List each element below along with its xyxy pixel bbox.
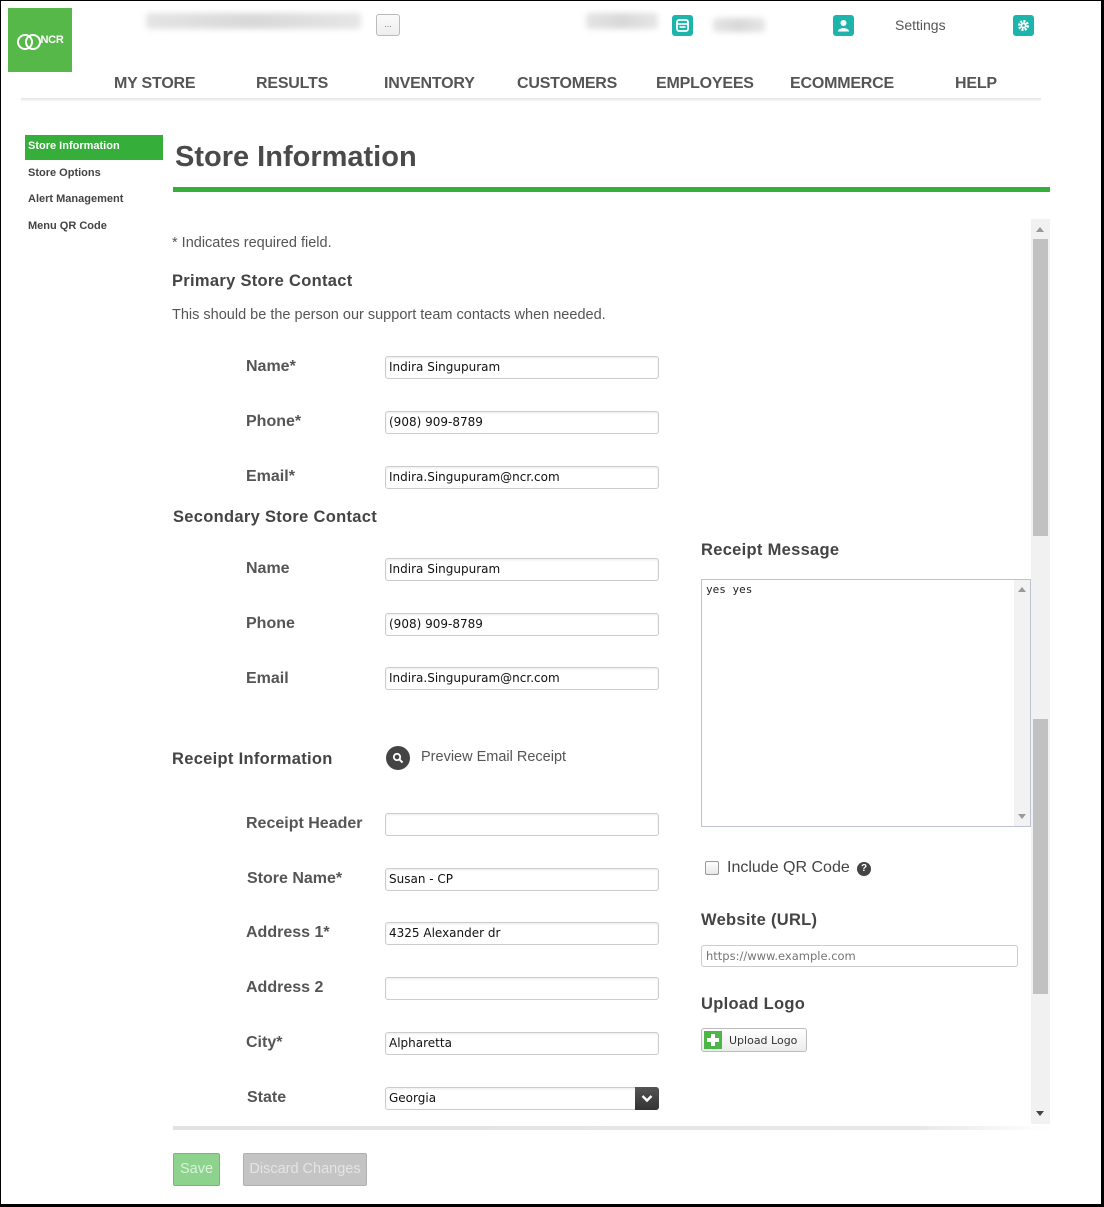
more-options-button[interactable]: ... xyxy=(376,14,400,36)
primary-contact-description: This should be the person our support te… xyxy=(172,307,606,323)
upload-logo-button[interactable]: Upload Logo xyxy=(701,1028,807,1052)
city-input[interactable]: Alpharetta xyxy=(385,1032,659,1055)
address2-label: Address 2 xyxy=(246,979,324,996)
primary-email-input[interactable]: Indira.Singupuram@ncr.com xyxy=(385,466,659,489)
receipt-header-label: Receipt Header xyxy=(246,815,363,832)
primary-name-input[interactable]: Indira Singupuram xyxy=(385,356,659,379)
primary-email-label: Email* xyxy=(246,468,295,485)
include-qr-code-checkbox[interactable] xyxy=(705,861,719,875)
website-url-input[interactable] xyxy=(701,945,1018,967)
chevron-down-icon[interactable] xyxy=(635,1087,659,1110)
upload-logo-button-label: Upload Logo xyxy=(729,1034,798,1047)
ncr-logo-icon xyxy=(16,33,41,50)
address1-input[interactable]: 4325 Alexander dr xyxy=(385,922,659,945)
nav-ecommerce[interactable]: ECOMMERCE xyxy=(790,75,894,93)
secondary-name-label: Name xyxy=(246,560,290,577)
secondary-email-input[interactable]: Indira.Singupuram@ncr.com xyxy=(385,667,659,690)
include-qr-code-label: Include QR Code xyxy=(727,859,850,876)
nav-results[interactable]: RESULTS xyxy=(256,75,328,93)
logo-text: NCR xyxy=(40,34,64,46)
page-title: Store Information xyxy=(175,141,417,173)
sidebar-item-menu-qr-code[interactable]: Menu QR Code xyxy=(25,215,163,240)
upload-logo-heading: Upload Logo xyxy=(701,995,806,1013)
user-store-redacted xyxy=(586,13,658,29)
page-scroll-down-icon[interactable] xyxy=(1036,1111,1044,1116)
nav-help[interactable]: HELP xyxy=(955,75,997,93)
nav-employees[interactable]: EMPLOYEES xyxy=(656,75,754,93)
receipt-message-scrollbar[interactable] xyxy=(1014,580,1030,826)
sidebar-item-store-options[interactable]: Store Options xyxy=(25,162,163,187)
address2-input[interactable] xyxy=(385,977,659,1000)
plus-icon xyxy=(704,1031,722,1049)
state-select[interactable]: Georgia xyxy=(385,1087,659,1110)
required-note: * Indicates required field. xyxy=(172,235,332,251)
scroll-up-icon[interactable] xyxy=(1018,587,1026,592)
secondary-email-label: Email xyxy=(246,670,289,687)
page-scrollbar-thumb[interactable] xyxy=(1033,239,1048,536)
secondary-contact-heading: Secondary Store Contact xyxy=(173,508,378,526)
receipt-message-heading: Receipt Message xyxy=(701,541,840,559)
help-icon[interactable]: ? xyxy=(857,862,871,876)
secondary-phone-label: Phone xyxy=(246,615,295,632)
secondary-name-input[interactable]: Indira Singupuram xyxy=(385,558,659,581)
website-heading: Website (URL) xyxy=(701,911,818,929)
magnifier-icon xyxy=(386,746,410,770)
user-icon[interactable] xyxy=(833,15,854,36)
primary-phone-input[interactable]: (908) 909-8789 xyxy=(385,411,659,434)
city-label: City* xyxy=(246,1034,283,1051)
state-select-value: Georgia xyxy=(389,1091,437,1105)
primary-contact-heading: Primary Store Contact xyxy=(172,272,353,290)
scroll-down-icon[interactable] xyxy=(1018,814,1026,819)
discard-changes-button[interactable]: Discard Changes xyxy=(243,1153,367,1186)
nav-inventory[interactable]: INVENTORY xyxy=(384,75,475,93)
page-scroll-up-icon[interactable] xyxy=(1036,227,1044,232)
receipt-message-textarea[interactable]: yes yes xyxy=(701,579,1031,827)
primary-phone-label: Phone* xyxy=(246,413,302,430)
page-scrollbar[interactable] xyxy=(1031,219,1050,1124)
store-name-redacted xyxy=(146,13,361,29)
form-footer-divider xyxy=(173,1126,1050,1130)
app-window: NCR ... Settings MY STORE RESULTS INVENT… xyxy=(1,1,1101,1204)
sidebar-item-store-information[interactable]: Store Information xyxy=(25,135,163,160)
username-redacted xyxy=(713,18,765,32)
store-name-input[interactable]: Susan - CP xyxy=(385,868,659,891)
page-scrollbar-thumb-lower[interactable] xyxy=(1033,719,1048,994)
gear-icon[interactable] xyxy=(1013,15,1034,36)
address1-label: Address 1* xyxy=(246,924,330,941)
settings-link[interactable]: Settings xyxy=(895,17,946,33)
receipt-message-value: yes yes xyxy=(706,583,753,596)
preview-email-receipt-label: Preview Email Receipt xyxy=(421,749,567,765)
ncr-logo[interactable]: NCR xyxy=(8,8,72,72)
store-icon[interactable] xyxy=(672,15,693,36)
state-label: State xyxy=(247,1089,287,1106)
main-nav: MY STORE RESULTS INVENTORY CUSTOMERS EMP… xyxy=(1,73,1101,97)
sidebar-item-alert-management[interactable]: Alert Management xyxy=(25,188,163,213)
secondary-phone-input[interactable]: (908) 909-8789 xyxy=(385,613,659,636)
receipt-information-heading: Receipt Information xyxy=(172,750,333,768)
nav-customers[interactable]: CUSTOMERS xyxy=(517,75,617,93)
primary-name-label: Name* xyxy=(246,358,296,375)
nav-divider xyxy=(21,98,1041,102)
receipt-header-input[interactable] xyxy=(385,813,659,836)
save-button[interactable]: Save xyxy=(173,1153,220,1186)
nav-my-store[interactable]: MY STORE xyxy=(114,75,196,93)
title-divider xyxy=(173,187,1050,192)
store-name-label: Store Name* xyxy=(247,870,343,887)
